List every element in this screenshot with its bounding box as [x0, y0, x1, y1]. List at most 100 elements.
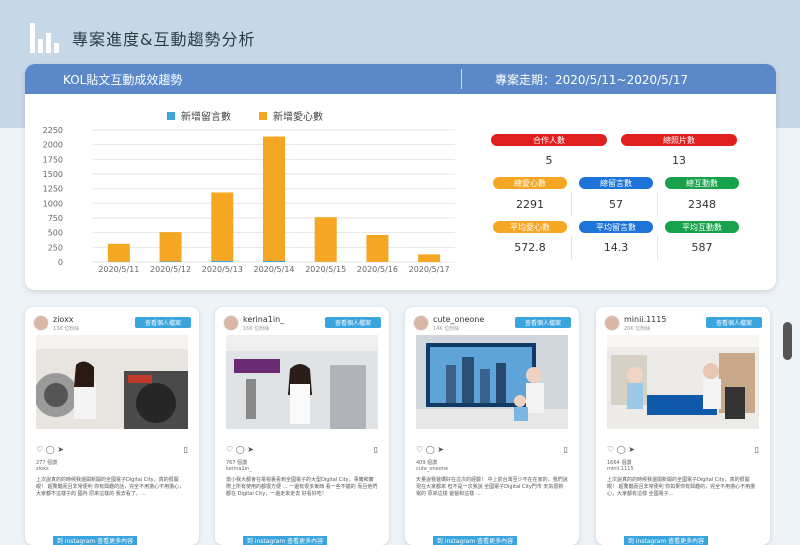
bar-comments [159, 261, 182, 262]
bar-likes [263, 136, 285, 261]
share-icon[interactable]: ➤ [57, 445, 64, 454]
bar-likes [418, 254, 441, 262]
follower-count: 13K 位粉絲 [53, 326, 80, 332]
post-photo[interactable] [226, 335, 378, 429]
bar-comments [263, 260, 285, 262]
post-card: kerina1in_ 16K 位粉絲 查看個人檔案 ♡ ◯ ➤ ▯ 767 個讚 kerin… [215, 307, 389, 545]
bar-chart-icon [30, 23, 60, 53]
comment-icon[interactable]: ◯ [426, 445, 435, 454]
bar-comments [211, 260, 234, 262]
bar-likes [107, 243, 130, 262]
view-profile-button[interactable]: 查看個人檔案 [325, 317, 381, 328]
like-count: 767 個讚 [226, 460, 248, 466]
scrollbar-thumb[interactable] [783, 322, 792, 360]
follower-count: 16K 位粉絲 [243, 326, 270, 332]
username[interactable]: zioxx [53, 315, 74, 324]
y-tick-label: 1250 [43, 185, 63, 194]
follower-count: 14K 位粉絲 [433, 326, 460, 332]
username[interactable]: minii.1115 [624, 315, 666, 324]
post-actions: ♡ ◯ ➤ ▯ [607, 445, 759, 455]
share-icon[interactable]: ➤ [437, 445, 444, 454]
x-tick-label: 2020/5/14 [253, 265, 294, 274]
instagram-link-button[interactable]: 到 instagram 查看更多內容 [53, 536, 137, 545]
avatar[interactable] [413, 315, 429, 331]
post-card: zioxx 13K 位粉絲 查看個人檔案 ♡ ◯ ➤ ▯ 277 個讚 zioxx 上次說真的… [25, 307, 199, 545]
post-card: cute_oneone 14K 位粉絲 查看個人檔案 ♡ ◯ ➤ ▯ 409 個讚 cute… [405, 307, 579, 545]
page-header: 專案進度&互動趨勢分析 [30, 20, 255, 56]
trend-chart: 新增留言數 新增愛心數 0 250 500 750 1000 1250 1500 1750 20… [25, 94, 465, 290]
trend-card: KOL貼文互動成效趨勢 專案走期：2020/5/11~2020/5/17 新增留… [25, 64, 776, 290]
stat-value: 5 [545, 154, 553, 167]
avatar[interactable] [33, 315, 49, 331]
like-count: 1664 個讚 [607, 460, 632, 466]
heart-icon[interactable]: ♡ [607, 445, 614, 454]
comment-icon[interactable]: ◯ [46, 445, 55, 454]
username[interactable]: cute_oneone [433, 315, 484, 324]
bookmark-icon[interactable]: ▯ [374, 445, 378, 454]
post-account: minii.1115 [607, 466, 634, 472]
post-header: kerina1in_ 16K 位粉絲 查看個人檔案 [223, 315, 381, 335]
stat-divider [571, 236, 572, 260]
bookmark-icon[interactable]: ▯ [755, 445, 759, 454]
bar-likes [366, 234, 389, 262]
bar-likes [211, 192, 234, 261]
instagram-link-button[interactable]: 到 instagram 查看更多內容 [433, 536, 517, 545]
y-tick-label: 250 [48, 243, 63, 252]
like-count: 277 個讚 [36, 460, 58, 466]
card-title: KOL貼文互動成效趨勢 [63, 72, 183, 87]
share-icon[interactable]: ➤ [628, 445, 635, 454]
stat-value: 14.3 [603, 241, 629, 254]
instagram-link-button[interactable]: 到 instagram 查看更多內容 [243, 536, 327, 545]
heart-icon[interactable]: ♡ [226, 445, 233, 454]
x-tick-label: 2020/5/15 [305, 265, 346, 274]
y-tick-label: 0 [58, 258, 63, 267]
bookmark-icon[interactable]: ▯ [564, 445, 568, 454]
bar-likes [159, 232, 182, 262]
username[interactable]: kerina1in_ [243, 315, 284, 324]
stat-value: 572.8 [514, 241, 546, 254]
bookmark-icon[interactable]: ▯ [184, 445, 188, 454]
x-tick-label: 2020/5/17 [409, 265, 450, 274]
post-photo[interactable] [607, 335, 759, 429]
stat-label: 合作人數 [491, 134, 607, 146]
y-tick-label: 1500 [43, 170, 63, 179]
y-tick-label: 2250 [43, 126, 63, 135]
stat-label: 總留言數 [579, 177, 653, 189]
y-tick-label: 1750 [43, 155, 63, 164]
x-tick-label: 2020/5/12 [150, 265, 191, 274]
instagram-link-button[interactable]: 到 instagram 查看更多內容 [624, 536, 708, 545]
x-tick-label: 2020/5/16 [357, 265, 398, 274]
view-profile-button[interactable]: 查看個人檔案 [706, 317, 762, 328]
x-tick-label: 2020/5/11 [98, 265, 139, 274]
stat-label: 平均留言數 [579, 221, 653, 233]
stat-value: 13 [672, 154, 686, 167]
post-header: cute_oneone 14K 位粉絲 查看個人檔案 [413, 315, 571, 335]
post-photo[interactable] [36, 335, 188, 429]
x-tick-label: 2020/5/13 [202, 265, 243, 274]
y-tick-label: 500 [48, 229, 63, 238]
chart-svg: 0 250 500 750 1000 1250 1500 1750 2000 2250 2020/5… [43, 126, 455, 274]
stat-value: 57 [609, 198, 623, 211]
avatar[interactable] [604, 315, 620, 331]
post-caption: 當小我大都會在電視裏看到全國電子的大型Digital City，事實和實際上所有… [226, 477, 378, 497]
comment-icon[interactable]: ◯ [236, 445, 245, 454]
post-caption: 天量說我爸媽好在這次的經驗！ 中上前台灣至少不在在家的，我們說現在大家都來 但不… [416, 477, 568, 497]
stat-label: 總照片數 [621, 134, 737, 146]
view-profile-button[interactable]: 查看個人檔案 [135, 317, 191, 328]
stat-label: 平均互動數 [665, 221, 739, 233]
comment-icon[interactable]: ◯ [617, 445, 626, 454]
post-account: cute_oneone [416, 466, 449, 472]
view-profile-button[interactable]: 查看個人檔案 [515, 317, 571, 328]
post-caption: 上次說真的的時候我還開新開的全國電子Digital City，真的很開眼！ 超驚… [607, 477, 756, 497]
avatar[interactable] [223, 315, 239, 331]
stat-divider [657, 192, 658, 216]
y-tick-label: 750 [48, 214, 63, 223]
stat-value: 2291 [516, 198, 544, 211]
post-photo[interactable] [416, 335, 568, 429]
post-actions: ♡ ◯ ➤ ▯ [36, 445, 188, 455]
post-actions: ♡ ◯ ➤ ▯ [226, 445, 378, 455]
heart-icon[interactable]: ♡ [416, 445, 423, 454]
share-icon[interactable]: ➤ [247, 445, 254, 454]
y-tick-label: 2000 [43, 141, 63, 150]
heart-icon[interactable]: ♡ [36, 445, 43, 454]
